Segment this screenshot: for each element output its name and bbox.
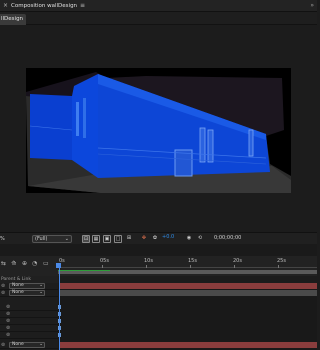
layer-list: ⊚ None ⌄ ⊚ None ⌄ ⊚ ⊚ ⊚ ⊚ ⊚ ⊚ None ⌄	[0, 283, 58, 350]
parent-link-column-header: Parent & Link	[0, 276, 58, 283]
ruler-label: 15s	[188, 258, 197, 264]
composition-panel-header: × Composition wallDesign ≡ »	[0, 0, 317, 12]
parent-select-value: None	[12, 290, 24, 295]
exposure-value[interactable]: +0.0	[162, 234, 174, 240]
wall-render-image	[26, 68, 291, 193]
chevron-down-icon: ⌄	[64, 236, 69, 242]
layer-row[interactable]: ⊚	[0, 325, 58, 332]
snapshot-camera-icon[interactable]: ◉	[185, 235, 193, 243]
region-of-interest-icon[interactable]: □	[114, 235, 122, 243]
chevron-down-icon: ⌄	[39, 342, 43, 347]
chevron-down-icon: ⌄	[39, 283, 43, 288]
chevron-down-icon: ⌄	[39, 290, 43, 295]
magnification-field[interactable]: %	[0, 235, 20, 243]
playhead-line[interactable]	[59, 263, 60, 350]
layer-duration-bar[interactable]	[60, 283, 317, 289]
panel-menu-icon[interactable]: ≡	[80, 2, 85, 9]
parent-select[interactable]: None ⌄	[9, 290, 45, 296]
composition-tab-strip: llDesign	[0, 12, 317, 25]
ruler-tick	[234, 265, 235, 268]
resolution-value: (Full)	[35, 236, 48, 242]
layer-row[interactable]: ⊚ None ⌄	[0, 290, 58, 297]
time-ruler[interactable]: 0s 05s 10s 15s 20s 25s	[56, 256, 317, 276]
current-time-display[interactable]: 0;00;00;00	[214, 235, 241, 241]
layer-switches-icon[interactable]: ⇆	[1, 260, 6, 267]
layer-bars-area[interactable]	[58, 283, 317, 350]
composition-tab[interactable]: llDesign	[0, 14, 26, 25]
shy-layers-icon[interactable]: ◔	[32, 260, 37, 267]
fast-previews-icon[interactable]: ⊡	[82, 235, 90, 243]
composition-title-text: Composition wallDesign	[11, 2, 78, 9]
stopwatch-icon[interactable]: ⊚	[6, 312, 10, 317]
layer-row[interactable]: ⊚	[0, 332, 58, 339]
ruler-label: 10s	[144, 258, 153, 264]
layer-row[interactable]: ⊚	[0, 311, 58, 318]
ruler-label: 20s	[233, 258, 242, 264]
panel-options-icon[interactable]: »	[310, 2, 314, 9]
cache-indicator	[58, 270, 110, 271]
ruler-tick	[278, 265, 279, 268]
parent-select-value: None	[12, 283, 24, 288]
frame-blending-icon[interactable]: ⟰	[11, 260, 16, 267]
ruler-label: 25s	[277, 258, 286, 264]
parent-pickwhip-icon[interactable]: ⊚	[1, 291, 5, 296]
stopwatch-icon[interactable]: ⊚	[6, 305, 10, 310]
layer-row[interactable]: ⊚ None ⌄	[0, 342, 58, 349]
composition-panel-title: × Composition wallDesign ≡	[3, 2, 85, 9]
motion-blur-icon[interactable]: ⊕	[22, 260, 27, 267]
parent-pickwhip-icon[interactable]: ⊚	[1, 284, 5, 289]
stopwatch-icon[interactable]: ⊚	[6, 319, 10, 324]
layer-row[interactable]: ⊚	[0, 318, 58, 325]
ruler-tick	[102, 265, 103, 268]
panel-divider[interactable]	[0, 244, 317, 256]
parent-select[interactable]: None ⌄	[9, 283, 45, 289]
parent-pickwhip-icon[interactable]: ⊚	[1, 343, 5, 348]
stopwatch-icon[interactable]: ⊚	[6, 333, 10, 338]
color-channels-icon[interactable]: ✤	[140, 235, 148, 243]
transparency-grid-icon[interactable]: ▦	[92, 235, 100, 243]
layer-duration-bar[interactable]	[60, 290, 317, 296]
stopwatch-icon[interactable]: ⊚	[6, 326, 10, 331]
graph-editor-icon[interactable]: ▭	[43, 260, 49, 267]
close-icon[interactable]: ×	[3, 2, 8, 9]
ruler-tick	[146, 265, 147, 268]
parent-select[interactable]: None ⌄	[9, 342, 45, 348]
parent-select-value: None	[12, 342, 24, 347]
show-snapshot-icon[interactable]: ⟲	[196, 235, 204, 243]
ruler-tick	[190, 265, 191, 268]
layer-duration-bar[interactable]	[60, 342, 317, 348]
viewer-controls-bar: % (Full) ⌄ ⊡ ▦ ▣ □ ⊞ ✤ ✿ +0.0 ◉ ⟲ 0;00;0…	[0, 232, 317, 244]
composition-canvas[interactable]	[26, 68, 291, 193]
layer-row[interactable]: ⊚	[0, 304, 58, 311]
grid-guides-icon[interactable]: ⊞	[125, 235, 133, 243]
resolution-select[interactable]: (Full) ⌄	[32, 235, 72, 243]
color-management-icon[interactable]: ✿	[151, 235, 159, 243]
ruler-label: 05s	[100, 258, 109, 264]
mask-visibility-icon[interactable]: ▣	[103, 235, 111, 243]
layer-row[interactable]: ⊚ None ⌄	[0, 283, 58, 290]
